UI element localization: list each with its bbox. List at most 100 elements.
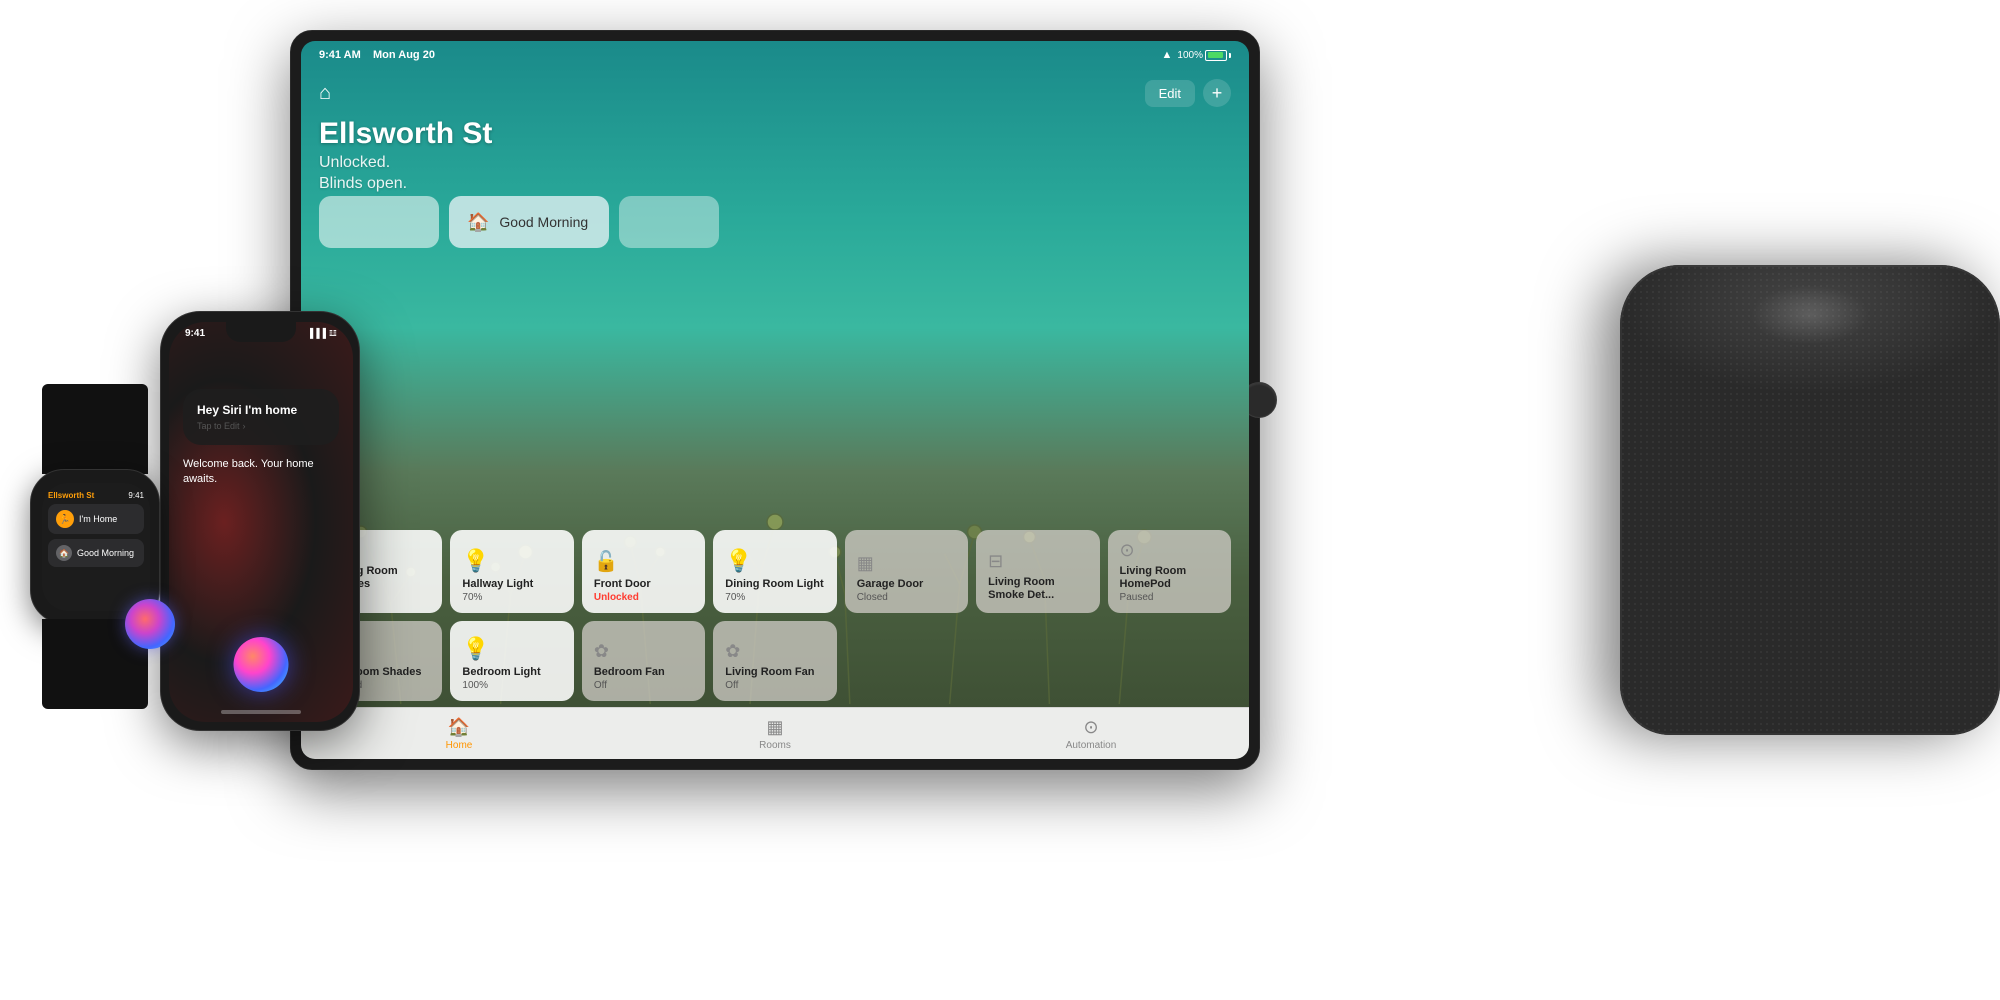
homepod-body xyxy=(1620,265,2000,735)
homepod-touch-area[interactable] xyxy=(1750,285,1870,345)
homepod xyxy=(1620,265,2000,735)
tile-homepod[interactable]: ⊙ Living Room HomePod Paused xyxy=(1108,530,1231,613)
tap-to-edit[interactable]: Tap to Edit › xyxy=(197,421,325,431)
tab-rooms[interactable]: ▦ Rooms xyxy=(617,717,933,751)
siri-circle xyxy=(125,599,175,649)
ipad-wifi-icon: ▲ xyxy=(1162,49,1173,61)
tile-status-homepod: Paused xyxy=(1120,592,1219,603)
battery-fill xyxy=(1208,52,1223,58)
ipad-title-area: Ellsworth St Unlocked. Blinds open. xyxy=(319,117,492,193)
scene-tile-good-morning[interactable]: 🏠 Good Morning xyxy=(449,196,609,248)
tile-living-room-fan[interactable]: ✿ Living Room Fan Off xyxy=(713,621,836,701)
watch-siri-orb xyxy=(125,599,180,654)
tile-hallway-light[interactable]: 💡 Hallway Light 70% xyxy=(450,530,573,613)
wifi-icon: 𝌭 xyxy=(329,328,337,339)
watch-location-title: Ellsworth St xyxy=(48,491,94,500)
ipad-subtitle2: Blinds open. xyxy=(319,175,492,193)
tile-status-living-room-fan: Off xyxy=(725,680,824,691)
bedroom-light-icon: 💡 xyxy=(462,636,561,662)
tile-status-front-door: Unlocked xyxy=(594,592,693,603)
garage-door-icon: ▦ xyxy=(857,553,956,574)
tile-name-living-room-fan: Living Room Fan xyxy=(725,666,824,679)
accessories-row2: ☰ Bedroom Shades Closed 💡 Bedroom Light … xyxy=(319,621,1231,701)
ipad: 9:41 AM Mon Aug 20 ▲ 100% xyxy=(290,30,1260,770)
ipad-location-title: Ellsworth St xyxy=(319,117,492,151)
tab-home-label: Home xyxy=(446,740,473,751)
ipad-nav-bar: ⌂ Edit + xyxy=(301,69,1249,117)
iphone-screen-bg: 9:41 ▐▐▐ 𝌭 Hey Siri I'm home Tap to Edit… xyxy=(169,322,353,722)
scene-tile-blank2[interactable] xyxy=(619,196,719,248)
homepod-tile-icon: ⊙ xyxy=(1120,540,1219,561)
tile-garage-door[interactable]: ▦ Garage Door Closed xyxy=(845,530,968,613)
living-room-fan-icon: ✿ xyxy=(725,641,824,662)
ipad-accessories-grid: ☰ Living Room Shades Open 💡 Hallway Ligh… xyxy=(319,530,1231,701)
ipad-status-right: ▲ 100% xyxy=(1162,49,1231,61)
accessories-row1: ☰ Living Room Shades Open 💡 Hallway Ligh… xyxy=(319,530,1231,613)
ipad-home-bg: 9:41 AM Mon Aug 20 ▲ 100% xyxy=(301,41,1249,759)
ipad-status-time: 9:41 AM Mon Aug 20 xyxy=(319,49,435,61)
hallway-light-icon: 💡 xyxy=(462,548,561,574)
iphone-body: 9:41 ▐▐▐ 𝌭 Hey Siri I'm home Tap to Edit… xyxy=(160,311,360,731)
ipad-add-button[interactable]: + xyxy=(1203,79,1231,107)
watch-card-morning[interactable]: 🏠 Good Morning xyxy=(48,539,144,567)
iphone-home-bar xyxy=(221,710,301,714)
tile-front-door[interactable]: 🔓 Front Door Unlocked xyxy=(582,530,705,613)
ipad-scenes-row: 🏠 Good Morning xyxy=(319,196,1231,248)
siri-orb xyxy=(234,637,289,692)
watch-card-home[interactable]: 🏃 I'm Home xyxy=(48,504,144,534)
chevron-right-icon: › xyxy=(243,421,246,431)
iphone-screen: 9:41 ▐▐▐ 𝌭 Hey Siri I'm home Tap to Edit… xyxy=(169,322,353,722)
watch-home-label: I'm Home xyxy=(79,514,117,524)
ipad-screen: 9:41 AM Mon Aug 20 ▲ 100% xyxy=(301,41,1249,759)
tile-name-garage-door: Garage Door xyxy=(857,578,956,591)
tile-name-front-door: Front Door xyxy=(594,578,693,591)
smoke-det-icon: ⊟ xyxy=(988,551,1087,572)
tab-rooms-icon: ▦ xyxy=(766,717,783,738)
ipad-subtitle1: Unlocked. xyxy=(319,154,492,172)
tile-name-homepod: Living Room HomePod xyxy=(1120,565,1219,591)
tile-name-hallway-light: Hallway Light xyxy=(462,578,561,591)
watch-time: 9:41 xyxy=(128,491,144,500)
iphone-time: 9:41 xyxy=(185,328,205,339)
siri-command-text: Hey Siri I'm home xyxy=(197,403,325,417)
tile-smoke-detector[interactable]: ⊟ Living Room Smoke Det... xyxy=(976,530,1099,613)
ipad-nav-right: Edit + xyxy=(1145,79,1231,107)
watch-morning-icon: 🏠 xyxy=(56,545,72,561)
siri-card: Hey Siri I'm home Tap to Edit › xyxy=(183,389,339,445)
watch-status-bar: Ellsworth St 9:41 xyxy=(48,491,144,500)
battery-tip xyxy=(1229,53,1231,58)
watch-screen: Ellsworth St 9:41 🏃 I'm Home 🏠 Good Morn… xyxy=(42,483,150,611)
ipad-tab-bar: 🏠 Home ▦ Rooms ⊙ Automation xyxy=(301,707,1249,759)
battery-indicator: 100% xyxy=(1177,50,1231,61)
tile-dining-room-light[interactable]: 💡 Dining Room Light 70% xyxy=(713,530,836,613)
ipad-status-bar: 9:41 AM Mon Aug 20 ▲ 100% xyxy=(301,41,1249,69)
watch-morning-label: Good Morning xyxy=(77,548,134,558)
signal-icon: ▐▐▐ xyxy=(307,328,326,339)
ipad-edit-button[interactable]: Edit xyxy=(1145,80,1195,107)
tab-automation-icon: ⊙ xyxy=(1083,717,1098,738)
tile-bedroom-light[interactable]: 💡 Bedroom Light 100% xyxy=(450,621,573,701)
tile-status-garage-door: Closed xyxy=(857,592,956,603)
watch-band-top xyxy=(42,384,148,474)
tile-name-dining-room-light: Dining Room Light xyxy=(725,578,824,591)
tab-automation-label: Automation xyxy=(1066,740,1117,751)
ipad-body: 9:41 AM Mon Aug 20 ▲ 100% xyxy=(290,30,1260,770)
battery-body xyxy=(1205,50,1227,61)
front-door-icon: 🔓 xyxy=(594,549,693,574)
iphone-notch xyxy=(226,322,296,342)
bedroom-fan-icon: ✿ xyxy=(594,641,693,662)
scene-tile-blank1[interactable] xyxy=(319,196,439,248)
watch-screen-inner: Ellsworth St 9:41 🏃 I'm Home 🏠 Good Morn… xyxy=(42,483,150,611)
apple-watch: Ellsworth St 9:41 🏃 I'm Home 🏠 Good Morn… xyxy=(30,469,160,624)
iphone: 9:41 ▐▐▐ 𝌭 Hey Siri I'm home Tap to Edit… xyxy=(160,311,360,731)
main-scene: Ellsworth St 9:41 🏃 I'm Home 🏠 Good Morn… xyxy=(0,0,2000,1000)
tab-home-icon: 🏠 xyxy=(448,717,470,738)
tile-name-bedroom-light: Bedroom Light xyxy=(462,666,561,679)
tile-bedroom-fan[interactable]: ✿ Bedroom Fan Off xyxy=(582,621,705,701)
tab-rooms-label: Rooms xyxy=(759,740,791,751)
tile-status-bedroom-light: 100% xyxy=(462,680,561,691)
siri-response-text: Welcome back. Your home awaits. xyxy=(169,457,353,488)
tab-automation[interactable]: ⊙ Automation xyxy=(933,717,1249,751)
homepod-top xyxy=(1620,265,2000,395)
ipad-home-nav-icon[interactable]: ⌂ xyxy=(319,82,331,105)
